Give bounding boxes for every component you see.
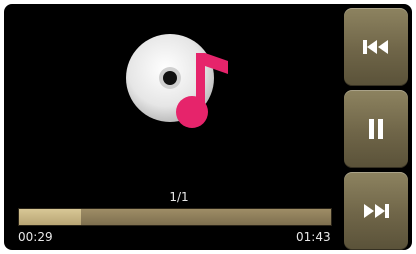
progress-fill xyxy=(19,209,82,225)
pause-button[interactable] xyxy=(344,90,408,168)
track-position: 1/1 xyxy=(169,190,189,204)
music-disc-icon xyxy=(126,34,228,128)
skip-next-icon xyxy=(364,204,389,218)
progress-bar[interactable] xyxy=(18,208,332,226)
album-art xyxy=(120,26,240,136)
elapsed-time: 00:29 xyxy=(18,230,53,244)
next-button[interactable] xyxy=(344,172,408,250)
pause-icon xyxy=(369,119,383,139)
skip-previous-icon xyxy=(363,40,388,54)
total-time: 01:43 xyxy=(296,230,331,244)
previous-button[interactable] xyxy=(344,8,408,86)
player-screen: 1/1 00:29 01:43 xyxy=(4,4,412,250)
